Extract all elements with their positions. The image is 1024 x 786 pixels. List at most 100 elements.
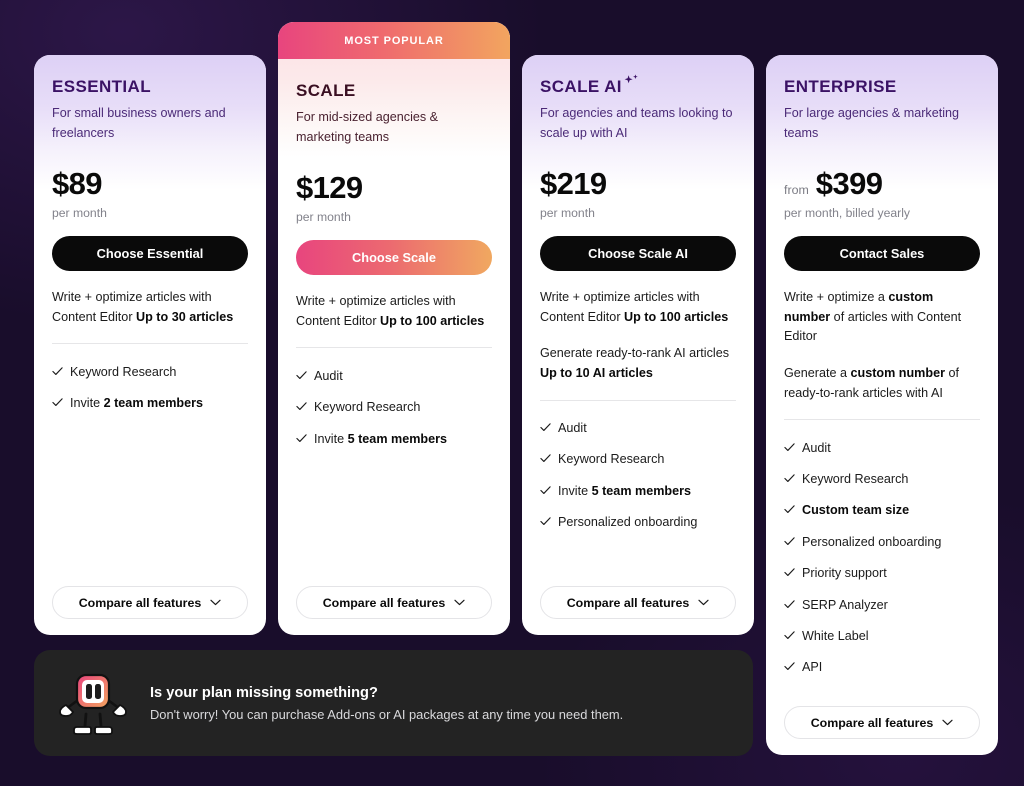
plan-detail-highlight: Up to 30 articles — [136, 309, 234, 324]
plan-detail-block: Generate a custom number of ready-to-ran… — [784, 365, 959, 400]
plan-name-text: ESSENTIAL — [52, 77, 152, 96]
feature-label: Invite 5 team members — [558, 483, 692, 498]
compare-features-label: Compare all features — [322, 595, 446, 610]
plan-detail-block: Write + optimize articles with Content E… — [540, 290, 729, 324]
feature-list: Audit Keyword Research Custom team size Per… — [784, 432, 980, 683]
price-prefix: from — [784, 183, 809, 197]
check-icon — [296, 433, 307, 442]
feature-item: Audit — [784, 432, 980, 463]
check-icon — [540, 486, 551, 494]
feature-item: Personalized onboarding — [784, 526, 980, 557]
banner-subtitle: Don't worry! You can purchase Add-ons or… — [150, 706, 624, 722]
feature-list: Keyword Research Invite 2 team members — [52, 356, 248, 419]
price-row: $129 — [296, 170, 492, 206]
pricing-card-enterprise: ENTERPRISE For large agencies & marketing… — [766, 55, 998, 755]
most-popular-badge: MOST POPULAR — [278, 22, 510, 59]
chevron-down-icon — [210, 599, 221, 606]
check-icon — [540, 517, 551, 526]
compare-features-button-scaleai[interactable]: Compare all features — [540, 586, 736, 619]
addon-banner: Is your plan missing something? Don't wo… — [34, 650, 753, 756]
pricing-card-scale: MOST POPULAR SCALE For mid-sized agencies … — [278, 22, 510, 635]
price-row: $89 — [52, 166, 248, 202]
compare-features-label: Compare all features — [566, 595, 690, 610]
banner-text-group: Is your plan missing something? Don't wo… — [150, 685, 623, 722]
price-row: $219 — [540, 166, 736, 202]
compare-features-label: Compare all features — [78, 595, 202, 610]
check-icon — [540, 454, 551, 463]
feature-item: Keyword Research — [540, 444, 736, 475]
plan-description: For large agencies & marketing teams — [784, 106, 959, 140]
compare-features-button-enterprise[interactable]: Compare all features — [784, 706, 980, 739]
feature-label: Invite 2 team members — [70, 396, 204, 411]
price-amount: $129 — [296, 170, 363, 205]
chevron-down-icon — [454, 599, 465, 606]
price-note: per month — [52, 206, 107, 220]
feature-label: White Label — [802, 628, 869, 643]
check-icon — [784, 505, 795, 514]
plan-detail-block: Generate ready-to-rank AI articles Up to… — [540, 346, 729, 380]
feature-label: Custom team size — [802, 503, 910, 518]
plan-name-essential: ESSENTIAL — [52, 77, 248, 97]
feature-item: Priority support — [784, 558, 980, 589]
plan-description: For agencies and teams looking to scale … — [540, 106, 733, 140]
compare-features-label: Compare all features — [810, 715, 934, 730]
price-amount: $219 — [540, 166, 607, 201]
feature-list: Audit Keyword Research Invite 5 team membe… — [540, 413, 736, 538]
feature-highlight: 5 team members — [347, 431, 448, 446]
check-icon — [52, 398, 63, 407]
feature-item: Audit — [540, 413, 736, 444]
check-icon — [296, 371, 307, 379]
plan-name-scale: SCALE — [296, 81, 492, 101]
plan-detail-highlight: Up to 100 articles — [380, 313, 485, 328]
feature-item: Keyword Research — [784, 464, 980, 495]
plan-name-scaleai: SCALE AI — [540, 74, 736, 97]
plan-detail-highlight: Up to 10 AI articles — [540, 365, 653, 380]
plan-detail-block: Write + optimize a custom number of arti… — [784, 290, 962, 344]
feature-highlight: 5 team members — [591, 483, 692, 498]
check-icon — [784, 568, 795, 577]
feature-label: Audit — [558, 421, 587, 436]
check-icon — [784, 537, 795, 545]
plan-detail-block: Write + optimize articles with Content E… — [296, 294, 485, 328]
feature-item: Audit — [296, 360, 492, 391]
plan-description: For small business owners and freelancer… — [52, 106, 226, 140]
plan-name-text: ENTERPRISE — [784, 77, 897, 96]
cta-button-enterprise[interactable]: Contact Sales — [784, 236, 980, 271]
compare-features-button-scale[interactable]: Compare all features — [296, 586, 492, 619]
price-note: per month — [540, 206, 595, 220]
feature-label: Personalized onboarding — [558, 515, 698, 530]
feature-label: Priority support — [802, 566, 887, 581]
divider — [784, 419, 980, 421]
check-icon — [784, 474, 795, 483]
cta-button-scaleai[interactable]: Choose Scale AI — [540, 236, 736, 271]
feature-label: Personalized onboarding — [802, 534, 942, 549]
price-note: per month, billed yearly — [784, 206, 910, 220]
cta-button-essential[interactable]: Choose Essential — [52, 236, 248, 271]
check-icon — [296, 402, 307, 411]
price-amount: $399 — [815, 166, 883, 201]
pricing-card-scaleai: SCALE AI For agencies and teams looking t… — [522, 55, 754, 635]
check-icon — [52, 367, 63, 375]
price-amount: $89 — [52, 166, 103, 201]
cta-button-scale[interactable]: Choose Scale — [296, 240, 492, 275]
feature-highlight: 2 team members — [103, 396, 204, 411]
feature-label: Keyword Research — [802, 472, 909, 487]
chevron-down-icon — [698, 599, 709, 606]
feature-item: API — [784, 652, 980, 683]
feature-item: Custom team size — [784, 495, 980, 526]
check-icon — [784, 442, 795, 451]
plan-description: For mid-sized agencies & marketing teams — [296, 110, 439, 144]
feature-item: White Label — [784, 620, 980, 651]
compare-features-button-essential[interactable]: Compare all features — [52, 586, 248, 619]
robot-mascot-icon — [59, 673, 127, 735]
feature-label: Audit — [314, 368, 343, 383]
banner-title: Is your plan missing something? — [150, 684, 378, 701]
feature-list: Audit Keyword Research Invite 5 team membe… — [296, 360, 492, 454]
plan-detail-highlight: custom number — [850, 365, 945, 380]
check-icon — [784, 631, 795, 639]
price-note: per month — [296, 210, 351, 224]
